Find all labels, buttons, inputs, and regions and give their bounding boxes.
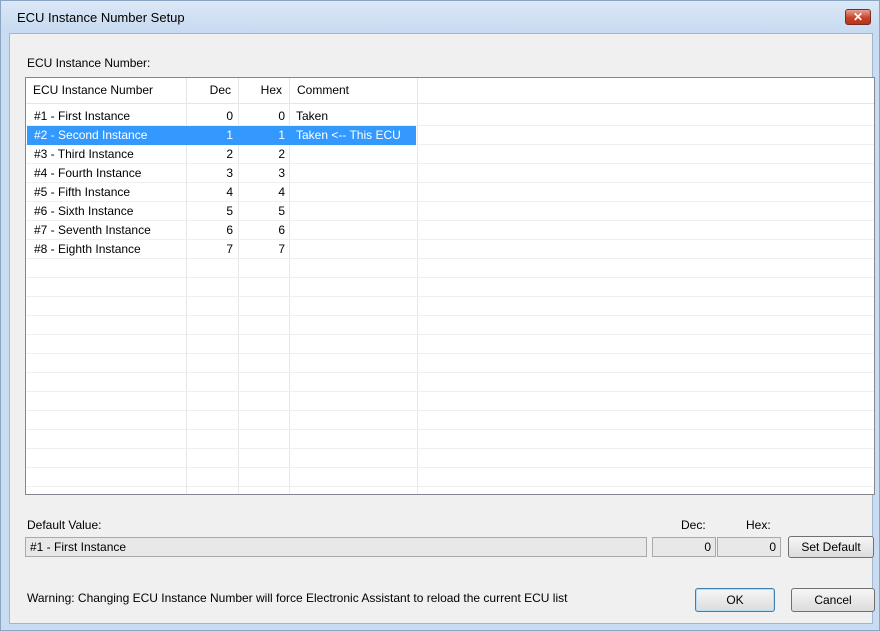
row-hex: 0 bbox=[278, 109, 285, 123]
row-name: #6 - Sixth Instance bbox=[34, 204, 134, 218]
ok-button[interactable]: OK bbox=[695, 588, 775, 612]
row-dec: 7 bbox=[226, 242, 233, 256]
row-dec: 1 bbox=[226, 128, 233, 142]
table-row[interactable]: #8 - Eighth Instance 7 7 bbox=[26, 240, 874, 259]
grid-line bbox=[26, 391, 874, 392]
row-hex: 1 bbox=[278, 128, 285, 142]
cancel-button[interactable]: Cancel bbox=[791, 588, 875, 612]
set-default-button[interactable]: Set Default bbox=[788, 536, 874, 558]
grid-line bbox=[26, 410, 874, 411]
table-row[interactable]: #4 - Fourth Instance 3 3 bbox=[26, 164, 874, 183]
row-name: #2 - Second Instance bbox=[34, 128, 148, 142]
row-dec: 2 bbox=[226, 147, 233, 161]
grid-line bbox=[26, 315, 874, 316]
table-row[interactable]: #6 - Sixth Instance 5 5 bbox=[26, 202, 874, 221]
grid-line bbox=[26, 353, 874, 354]
row-name: #4 - Fourth Instance bbox=[34, 166, 142, 180]
window-title: ECU Instance Number Setup bbox=[17, 10, 185, 25]
row-dec: 6 bbox=[226, 223, 233, 237]
instance-list[interactable]: ECU Instance Number Dec Hex Comment #1 -… bbox=[25, 77, 875, 495]
table-row[interactable]: #1 - First Instance 0 0 Taken bbox=[26, 107, 874, 126]
default-value-field: #1 - First Instance bbox=[25, 537, 647, 557]
row-hex: 3 bbox=[278, 166, 285, 180]
hex-label: Hex: bbox=[746, 518, 771, 532]
column-header-hex[interactable]: Hex bbox=[239, 78, 290, 103]
column-header-comment[interactable]: Comment bbox=[290, 78, 418, 103]
grid-line bbox=[26, 448, 874, 449]
row-name: #8 - Eighth Instance bbox=[34, 242, 141, 256]
grid-line bbox=[26, 467, 874, 468]
row-hex: 5 bbox=[278, 204, 285, 218]
table-row[interactable]: #5 - Fifth Instance 4 4 bbox=[26, 183, 874, 202]
section-label: ECU Instance Number: bbox=[27, 56, 151, 70]
table-row[interactable]: #3 - Third Instance 2 2 bbox=[26, 145, 874, 164]
row-hex: 6 bbox=[278, 223, 285, 237]
close-button[interactable]: ✕ bbox=[845, 9, 871, 25]
table-row-selected[interactable]: #2 - Second Instance 1 1 Taken <-- This … bbox=[26, 126, 874, 145]
grid-line bbox=[26, 372, 874, 373]
row-name: #5 - Fifth Instance bbox=[34, 185, 131, 199]
default-value-label: Default Value: bbox=[27, 518, 102, 532]
default-hex-field: 0 bbox=[717, 537, 781, 557]
dialog-window: ECU Instance Number Setup ✕ ECU Instance… bbox=[0, 0, 880, 631]
grid-line bbox=[26, 334, 874, 335]
title-bar[interactable]: ECU Instance Number Setup ✕ bbox=[1, 1, 879, 33]
default-dec-field: 0 bbox=[652, 537, 716, 557]
column-header-dec[interactable]: Dec bbox=[187, 78, 239, 103]
row-dec: 5 bbox=[226, 204, 233, 218]
row-name: #3 - Third Instance bbox=[34, 147, 134, 161]
list-header: ECU Instance Number Dec Hex Comment bbox=[26, 78, 874, 104]
row-hex: 2 bbox=[278, 147, 285, 161]
dec-label: Dec: bbox=[681, 518, 706, 532]
row-dec: 4 bbox=[226, 185, 233, 199]
close-icon: ✕ bbox=[852, 10, 864, 24]
row-dec: 0 bbox=[226, 109, 233, 123]
grid-line bbox=[26, 277, 874, 278]
row-comment: Taken bbox=[296, 109, 329, 123]
column-header-name[interactable]: ECU Instance Number bbox=[26, 78, 187, 103]
grid-line bbox=[26, 429, 874, 430]
grid-line bbox=[26, 486, 874, 487]
row-dec: 3 bbox=[226, 166, 233, 180]
row-comment: Taken <-- This ECU bbox=[296, 128, 401, 142]
row-hex: 4 bbox=[278, 185, 285, 199]
grid-line bbox=[26, 296, 874, 297]
row-name: #7 - Seventh Instance bbox=[34, 223, 151, 237]
table-row[interactable]: #7 - Seventh Instance 6 6 bbox=[26, 221, 874, 240]
warning-text: Warning: Changing ECU Instance Number wi… bbox=[27, 591, 568, 605]
row-hex: 7 bbox=[278, 242, 285, 256]
row-name: #1 - First Instance bbox=[34, 109, 131, 123]
